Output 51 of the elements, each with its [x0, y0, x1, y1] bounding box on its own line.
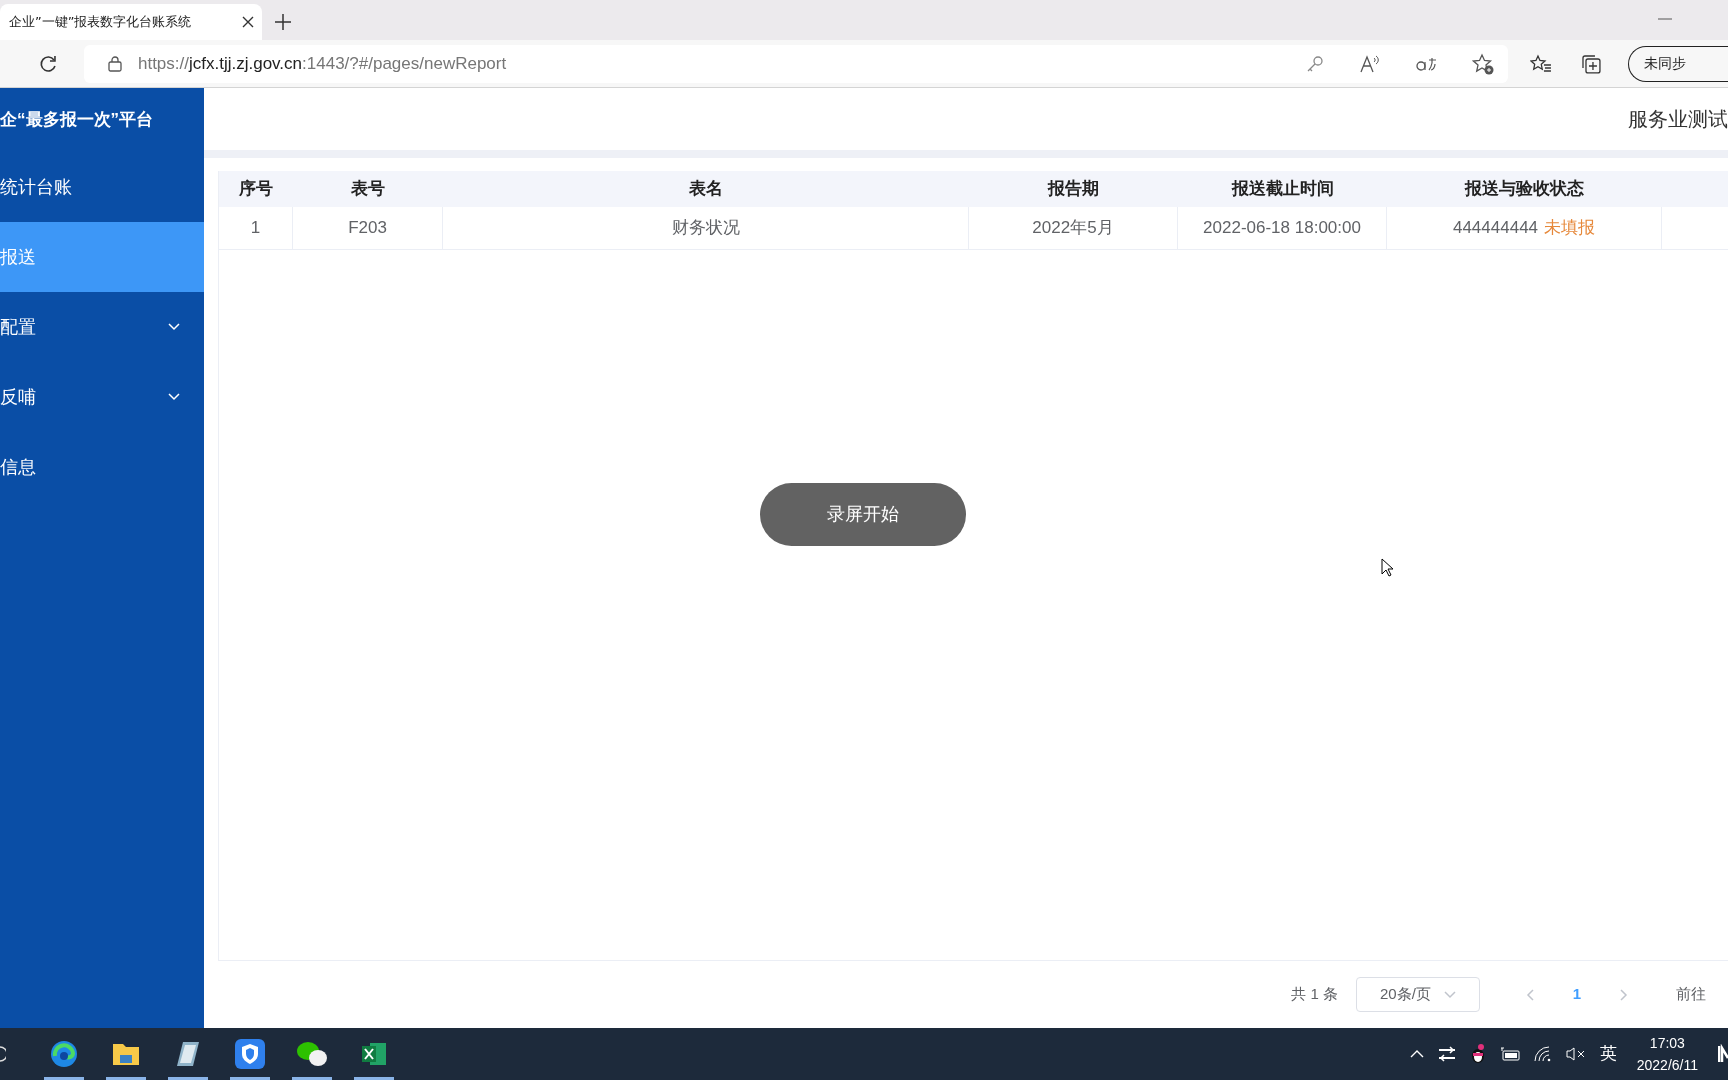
toast: 录屏开始	[760, 483, 966, 546]
wifi-icon[interactable]	[1533, 1046, 1552, 1062]
column-header: 报送与验收状态	[1465, 178, 1584, 201]
status-label: 未填报	[1544, 217, 1596, 240]
column-header: 报送截止时间	[1231, 178, 1334, 201]
browser-tab[interactable]: 企业”一键”报表数字化台账系统	[0, 4, 262, 40]
table-cell-text: F203	[348, 217, 387, 240]
browser-icon[interactable]	[49, 1039, 79, 1069]
close-icon[interactable]	[242, 16, 254, 28]
collections-icon[interactable]	[1580, 52, 1603, 75]
notepad-icon[interactable]	[175, 1040, 201, 1068]
cursor-icon	[1381, 558, 1394, 577]
table-cell-text: 2022年5月	[1032, 217, 1114, 240]
clock[interactable]: 17:03 2022/6/11	[1636, 1032, 1698, 1076]
status-code: 444444444	[1452, 217, 1539, 240]
add-favorite-icon[interactable]	[1472, 52, 1495, 75]
muted-speaker-icon[interactable]	[1565, 1047, 1586, 1061]
table-cell-text: 财务状况	[671, 217, 740, 240]
chevron-down-icon	[1444, 990, 1456, 999]
read-aloud-icon[interactable]	[1360, 54, 1381, 73]
favorites-icon[interactable]	[1530, 53, 1553, 74]
column-header: 序号	[239, 178, 273, 201]
folder-icon[interactable]	[111, 1041, 141, 1067]
refresh-icon[interactable]	[38, 53, 58, 74]
column-header: 报告期	[1048, 178, 1099, 201]
table-cell-text: 2022-06-18 18:00:00	[1203, 217, 1361, 240]
platform-title: 企“最多报一次”平台	[0, 109, 153, 132]
spreadsheet-icon[interactable]	[360, 1040, 388, 1068]
total-count: 共 1 条	[1291, 984, 1338, 1005]
new-tab-icon[interactable]	[274, 13, 292, 31]
user-name[interactable]: 服务业测试	[1628, 104, 1728, 134]
column-header: 表号	[351, 178, 385, 201]
sidebar-item[interactable]: 统计台账	[0, 152, 204, 222]
column-header: 表名	[689, 178, 723, 201]
url-text: https://jcfx.tjj.zj.gov.cn:1443/?#/pages/newReport	[137, 52, 507, 75]
page-size-select[interactable]: 20条/页	[1356, 977, 1480, 1012]
input-method[interactable]: 英	[1599, 1041, 1617, 1067]
chat-icon[interactable]	[296, 1040, 328, 1068]
sidebar-item[interactable]: 信息	[0, 432, 204, 502]
address-bar[interactable]: https://jcfx.tjj.zj.gov.cn:1443/?#/pages/newReport	[83, 44, 1509, 83]
key-icon[interactable]	[1306, 54, 1325, 73]
table-cell-text: 1	[250, 217, 261, 240]
transfer-icon[interactable]	[1437, 1046, 1456, 1062]
penguin-icon[interactable]	[1469, 1044, 1486, 1064]
sidebar-item[interactable]: 配置	[0, 292, 204, 362]
lock-icon	[107, 55, 122, 72]
shield-app-icon[interactable]	[235, 1039, 265, 1069]
sidebar-item[interactable]: 反哺	[0, 362, 204, 432]
goto-label: 前往	[1676, 984, 1706, 1005]
chevron-up-icon[interactable]	[1409, 1050, 1424, 1058]
battery-icon[interactable]	[1499, 1047, 1520, 1061]
